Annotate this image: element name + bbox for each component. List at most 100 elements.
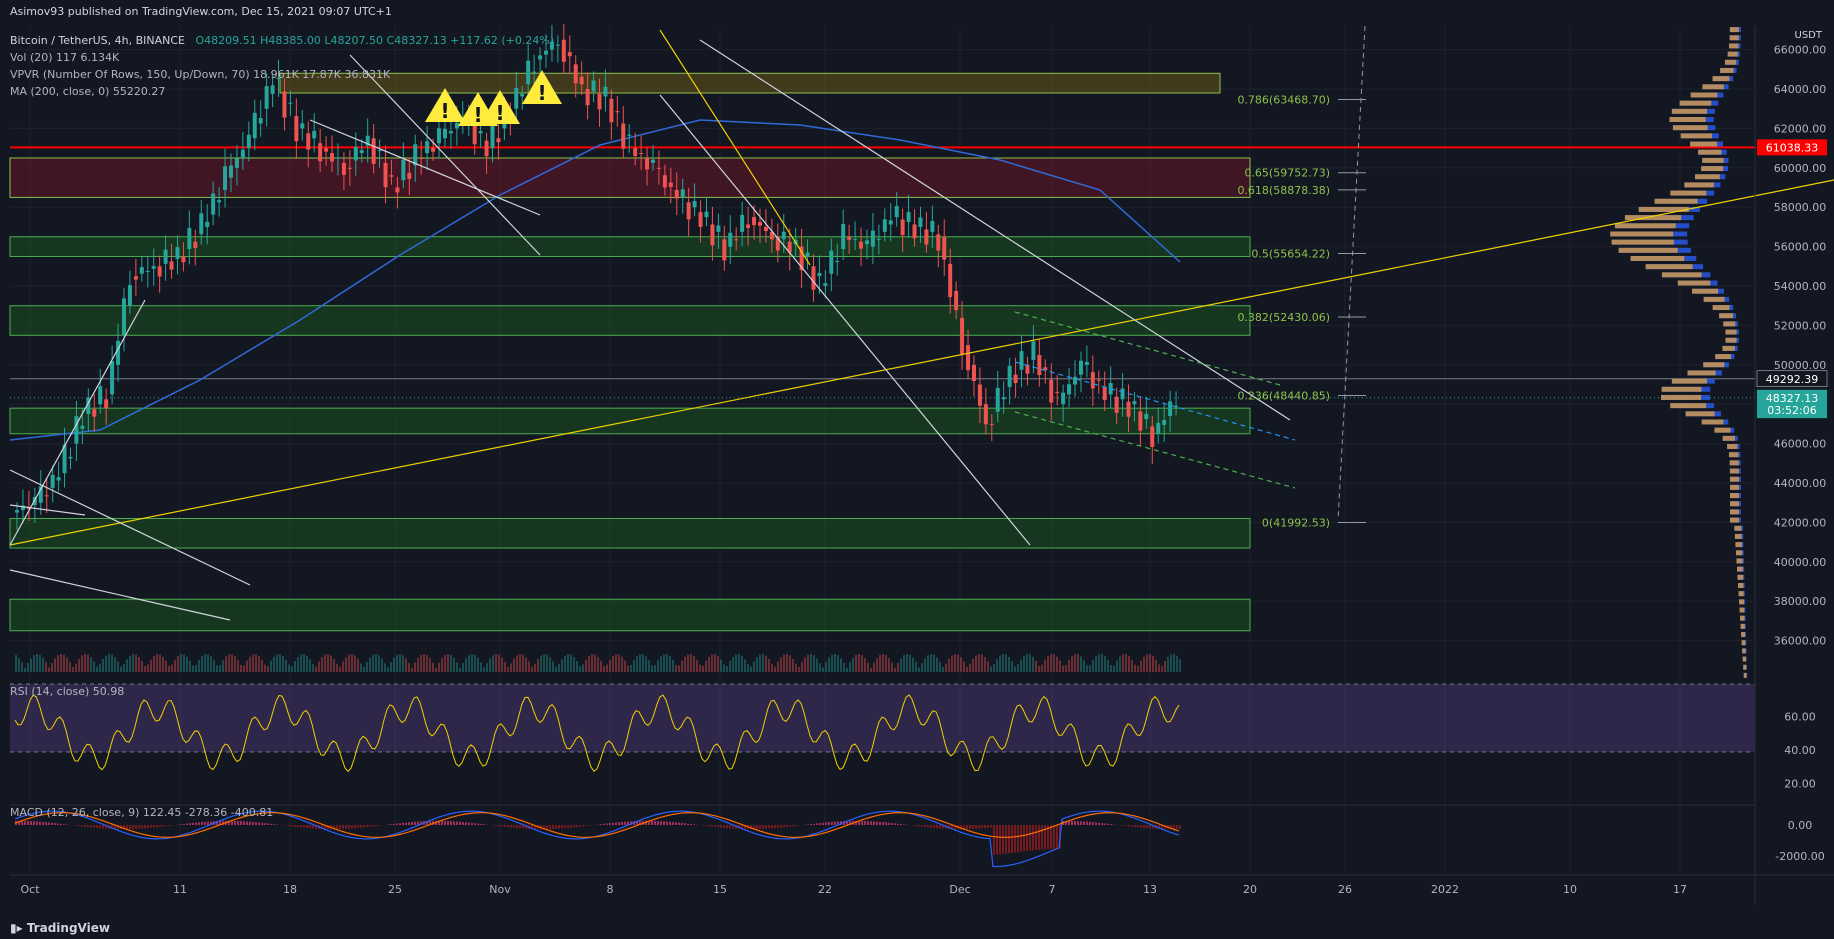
candle-body xyxy=(151,266,156,269)
macd-histogram-bar xyxy=(969,825,971,830)
macd-legend: MACD (12, 26, close, 9) 122.45 -278.36 -… xyxy=(10,806,274,819)
volume-bar xyxy=(1152,655,1154,672)
macd-histogram-bar xyxy=(63,824,65,825)
candle-body xyxy=(555,44,560,46)
volume-bar xyxy=(1149,654,1151,672)
vpvr-bar-down xyxy=(1695,174,1720,180)
volume-bar xyxy=(447,654,449,672)
candle-body xyxy=(1144,413,1149,419)
volume-bar xyxy=(207,654,209,672)
vpvr-bar-down xyxy=(1701,166,1724,172)
macd-histogram-bar xyxy=(651,820,653,825)
macd-histogram-bar xyxy=(618,822,620,825)
volume-bar xyxy=(873,662,875,672)
macd-histogram-bar xyxy=(162,825,164,827)
volume-bar xyxy=(366,661,368,672)
volume-bar xyxy=(960,657,962,672)
volume-bar xyxy=(711,654,713,672)
volume-bar xyxy=(516,655,518,672)
vpvr-bar-down xyxy=(1614,223,1676,229)
macd-histogram-bar xyxy=(399,823,401,825)
macd-histogram-bar xyxy=(870,821,872,825)
macd-histogram-bar xyxy=(978,825,980,829)
macd-histogram-bar xyxy=(153,825,155,828)
macd-histogram-bar xyxy=(267,823,269,825)
volume-bar xyxy=(222,660,224,672)
volume-bar xyxy=(339,666,341,672)
candle-body xyxy=(859,241,864,249)
volume-bar xyxy=(804,657,806,672)
volume-bar xyxy=(162,656,164,672)
candle-body xyxy=(882,219,887,232)
volume-bar xyxy=(864,658,866,672)
macd-histogram-bar xyxy=(657,821,659,825)
volume-bar xyxy=(30,658,32,672)
volume-bar xyxy=(303,654,305,672)
macd-histogram-bar xyxy=(546,825,548,830)
candle-body xyxy=(977,384,982,406)
macd-histogram-bar xyxy=(1035,825,1037,851)
macd-histogram-bar xyxy=(471,822,473,825)
vpvr-bar-down xyxy=(1727,444,1738,450)
volume-bar xyxy=(852,657,854,672)
macd-histogram-bar xyxy=(501,825,503,827)
volume-bar xyxy=(144,666,146,672)
volume-bar xyxy=(135,654,137,672)
volume-bar xyxy=(927,655,929,672)
volume-bar xyxy=(561,659,563,672)
volume-bar xyxy=(780,657,782,672)
volume-bar xyxy=(210,656,212,672)
macd-histogram-bar xyxy=(1041,825,1043,850)
volume-bar xyxy=(693,656,695,672)
supply-zone xyxy=(279,72,1221,94)
volume-bar xyxy=(1083,660,1085,672)
volume-bar xyxy=(237,660,239,672)
x-tick-label: 25 xyxy=(388,883,402,896)
macd-histogram-bar xyxy=(729,825,731,829)
volume-bar xyxy=(702,665,704,672)
volume-bar xyxy=(21,662,23,672)
macd-histogram-bar xyxy=(891,823,893,825)
candle-body xyxy=(989,423,994,425)
candle-body xyxy=(1078,360,1083,375)
macd-histogram-bar xyxy=(582,825,584,827)
candle-body xyxy=(918,217,923,227)
volume-bar xyxy=(312,664,314,672)
macd-histogram-bar xyxy=(1026,825,1028,852)
volume-bar xyxy=(357,658,359,672)
macd-histogram-bar xyxy=(141,825,143,829)
candle-body xyxy=(668,182,673,187)
y-tick-label: 44000.00 xyxy=(1774,477,1827,490)
macd-histogram-bar xyxy=(78,825,80,827)
macd-histogram-bar xyxy=(606,823,608,825)
x-tick-label: 15 xyxy=(713,883,727,896)
macd-histogram-bar xyxy=(792,825,794,827)
volume-bar xyxy=(255,654,257,672)
macd-histogram-bar xyxy=(912,825,914,826)
price-chart[interactable]: 36000.00 38000.00 40000.00 42000.00 44000.00… xyxy=(0,0,1834,939)
x-tick-label: Dec xyxy=(949,883,970,896)
volume-bar xyxy=(978,654,980,672)
vpvr-bar-down xyxy=(1611,239,1674,245)
volume-bar xyxy=(1116,660,1118,672)
volume-bar xyxy=(954,654,956,672)
volume-bar xyxy=(1119,656,1121,672)
volume-bar xyxy=(486,663,488,672)
volume-bar xyxy=(1053,654,1055,672)
macd-histogram-bar xyxy=(834,821,836,825)
y-tick-label: 64000.00 xyxy=(1774,83,1827,96)
volume-bar xyxy=(60,654,62,672)
macd-histogram-bar xyxy=(1002,825,1004,854)
volume-bar xyxy=(921,663,923,672)
volume-bar xyxy=(1128,656,1130,672)
candle-body xyxy=(1150,426,1155,448)
volume-bar xyxy=(429,658,431,672)
vpvr-bar-down xyxy=(1737,574,1744,580)
candle-body xyxy=(1007,365,1012,387)
macd-histogram-bar xyxy=(1107,823,1109,825)
rsi-tick: 60.00 xyxy=(1784,710,1816,723)
candle-body xyxy=(817,272,822,277)
macd-histogram-bar xyxy=(687,823,689,825)
volume-bar xyxy=(1002,654,1004,672)
vpvr-bar-down xyxy=(1722,435,1736,441)
